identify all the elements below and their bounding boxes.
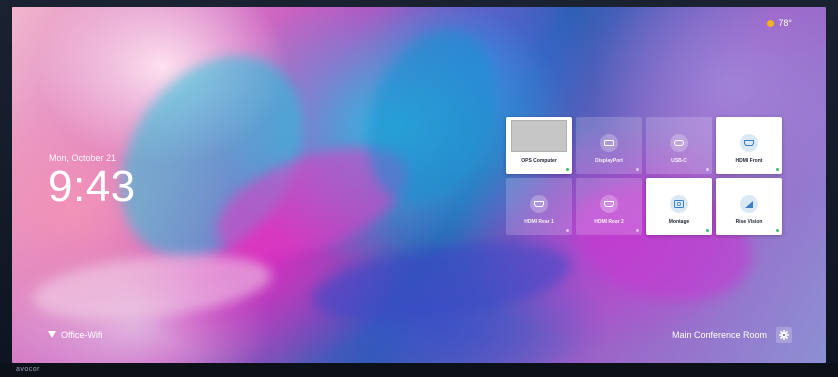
source-tile-hdmi-front[interactable]: HDMI Front xyxy=(716,117,782,174)
home-screen: 78° Mon, October 21 9:43 OPS Computer Di… xyxy=(12,7,826,363)
source-label: DisplayPort xyxy=(595,158,623,164)
status-dot xyxy=(636,168,639,171)
source-tile-rise-vision[interactable]: Rise Vision xyxy=(716,178,782,235)
status-dot xyxy=(776,229,779,232)
weather-widget: 78° xyxy=(767,18,792,28)
source-tile-displayport[interactable]: DisplayPort xyxy=(576,117,642,174)
hdmi-icon xyxy=(530,195,548,213)
clock: 9:43 xyxy=(48,162,136,211)
source-label: Montage xyxy=(668,219,690,225)
settings-button[interactable] xyxy=(776,327,792,343)
wifi-icon xyxy=(48,330,56,340)
usbc-icon xyxy=(670,134,688,152)
status-dot xyxy=(566,168,569,171)
bezel-brand: avocor xyxy=(16,366,41,373)
source-grid: OPS Computer DisplayPort USB-C HDMI Fron… xyxy=(506,117,782,235)
source-tile-hdmi-rear-2[interactable]: HDMI Rear 2 xyxy=(576,178,642,235)
source-label: HDMI Rear 1 xyxy=(524,219,554,225)
status-dot xyxy=(776,168,779,171)
source-tile-ops-computer[interactable]: OPS Computer xyxy=(506,117,572,174)
wallpaper-swirl xyxy=(308,229,576,335)
rise-vision-icon xyxy=(740,195,758,213)
status-dot xyxy=(566,229,569,232)
hdmi-icon xyxy=(740,134,758,152)
status-dot xyxy=(706,168,709,171)
source-label: OPS Computer xyxy=(521,158,557,164)
source-tile-montage[interactable]: Montage xyxy=(646,178,712,235)
source-label: Rise Vision xyxy=(735,219,763,225)
status-dot xyxy=(706,229,709,232)
source-label: USB-C xyxy=(671,158,687,164)
room-info: Main Conference Room xyxy=(672,327,792,343)
gear-icon xyxy=(779,330,789,340)
room-name: Main Conference Room xyxy=(671,330,767,340)
wallpaper-swirl xyxy=(29,244,275,330)
computer-preview xyxy=(511,120,567,152)
source-tile-usbc[interactable]: USB-C xyxy=(646,117,712,174)
displayport-icon xyxy=(600,134,618,152)
source-label: HDMI Rear 2 xyxy=(594,219,624,225)
network-status[interactable]: Office-Wifi xyxy=(48,330,102,340)
montage-icon xyxy=(670,195,688,213)
sun-icon xyxy=(767,19,775,27)
source-label: HDMI Front xyxy=(735,158,763,164)
temperature: 78° xyxy=(778,18,792,28)
status-dot xyxy=(636,229,639,232)
source-tile-hdmi-rear-1[interactable]: HDMI Rear 1 xyxy=(506,178,572,235)
hdmi-icon xyxy=(600,195,618,213)
network-name: Office-Wifi xyxy=(61,330,103,340)
bezel-bottom xyxy=(0,363,838,377)
